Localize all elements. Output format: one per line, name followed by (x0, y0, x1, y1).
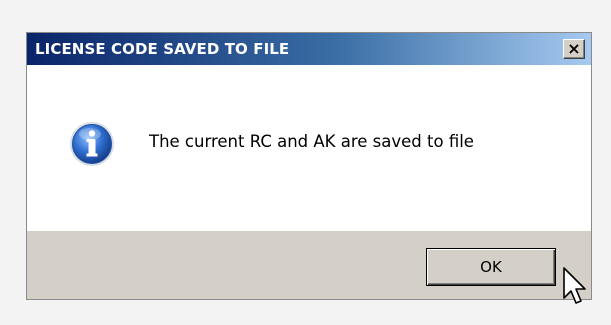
ok-button-label: OK (480, 258, 502, 276)
dialog-title: LICENSE CODE SAVED TO FILE (35, 40, 290, 58)
license-saved-dialog: LICENSE CODE SAVED TO FILE × The current… (26, 32, 592, 300)
dialog-message: The current RC and AK are saved to file (149, 132, 474, 151)
close-button[interactable]: × (563, 39, 585, 59)
close-icon: × (567, 39, 581, 58)
dialog-body: The current RC and AK are saved to file (27, 65, 591, 231)
ok-button[interactable]: OK (426, 248, 556, 286)
arrow-cursor-icon (563, 267, 586, 304)
dialog-titlebar[interactable]: LICENSE CODE SAVED TO FILE × (27, 33, 591, 65)
dialog-footer: OK (27, 231, 591, 299)
info-icon (70, 122, 114, 166)
